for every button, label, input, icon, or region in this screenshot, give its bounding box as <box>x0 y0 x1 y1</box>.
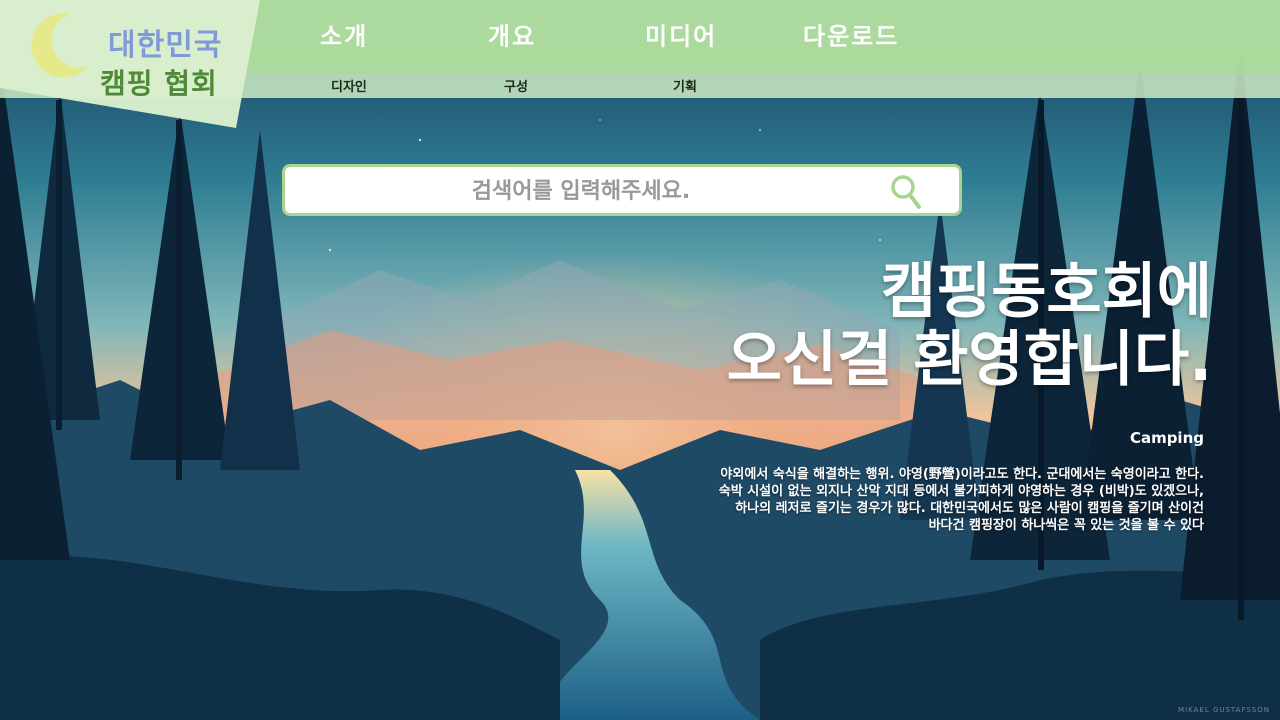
nav-item-download[interactable]: 다운로드 <box>803 23 899 69</box>
nav-label: 소개 <box>320 22 369 51</box>
description-line: 하나의 레저로 즐기는 경우가 많다. 대한민국에서도 많은 사람이 캠핑을 즐… <box>735 501 1204 516</box>
description-line: 바다건 캠핑장이 하나씩은 꼭 있는 것을 볼 수 있다 <box>928 518 1204 533</box>
description-line: 야외에서 숙식을 해결하는 행위. 야영(野營)이라고도 한다. 군대에서는 숙… <box>720 467 1204 482</box>
hero-subtitle: Camping <box>1129 429 1204 447</box>
nav-sub-design[interactable]: 디자인 <box>331 76 367 95</box>
page: 대한민국 캠핑 협회 소개 디자인 개요 구성 미디어 기획 다운로드 캠핑동호… <box>0 0 1280 720</box>
nav-item-intro[interactable]: 소개 <box>320 23 368 69</box>
logo-title-line2[interactable]: 캠핑 협회 <box>100 62 218 102</box>
artist-credit: MIKAEL GUSTAFSSON <box>1178 706 1270 714</box>
nav-sub-composition[interactable]: 구성 <box>504 76 528 95</box>
nav-item-overview[interactable]: 개요 <box>488 23 536 69</box>
search-input[interactable] <box>299 167 863 215</box>
hero-line-2: 오신걸 환영합니다. <box>726 325 1212 395</box>
logo-title-line1[interactable]: 대한민국 <box>108 20 222 64</box>
nav-item-media[interactable]: 미디어 <box>645 23 717 69</box>
hero-heading: 캠핑동호회에 오신걸 환영합니다. <box>727 258 1212 394</box>
nav-sub-planning[interactable]: 기획 <box>673 76 697 95</box>
nav-label: 개요 <box>488 22 537 51</box>
crescent-moon-icon <box>31 13 88 78</box>
nav-label: 미디어 <box>645 22 718 51</box>
search-icon[interactable] <box>889 173 923 211</box>
search-bar <box>282 164 962 216</box>
description-line: 숙박 시설이 없는 외지나 산악 지대 등에서 불가피하게 야영하는 경우 (비… <box>718 484 1204 499</box>
description-paragraph: 야외에서 숙식을 해결하는 행위. 야영(野營)이라고도 한다. 군대에서는 숙… <box>584 466 1204 534</box>
nav-label: 다운로드 <box>803 22 900 51</box>
hero-line-1: 캠핑동호회에 <box>880 257 1212 327</box>
